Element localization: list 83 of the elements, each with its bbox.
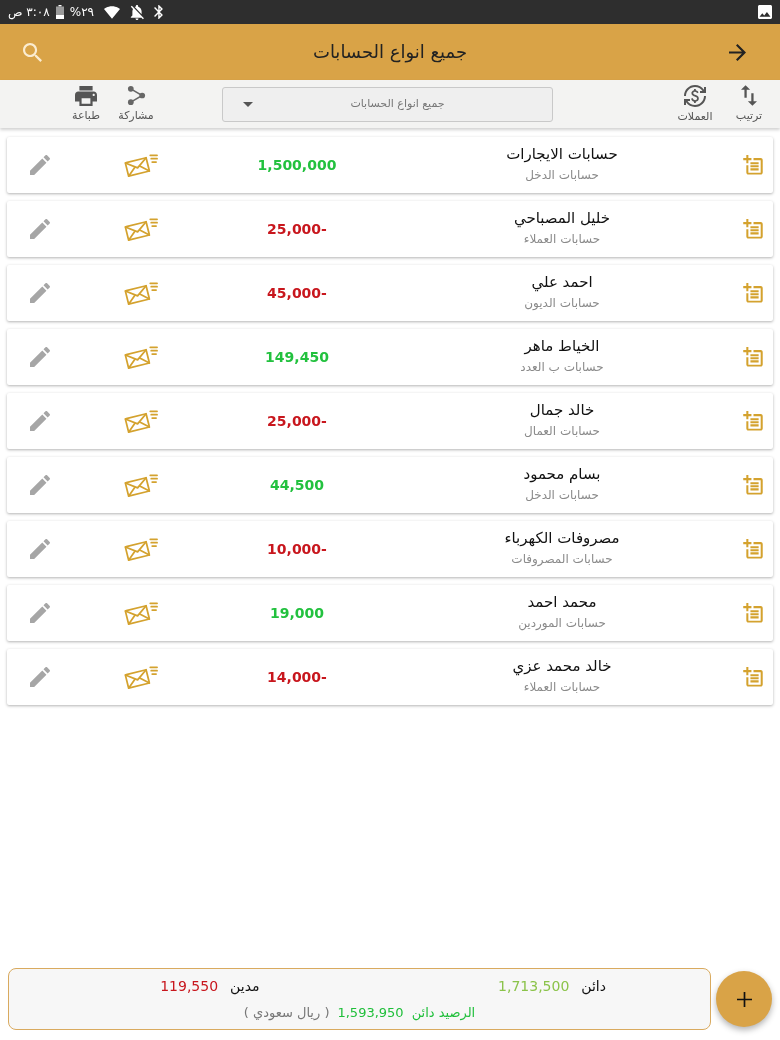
battery-icon: [55, 5, 64, 19]
edit-icon[interactable]: [30, 411, 50, 431]
currency-label: ( ريال سعودي ): [243, 1003, 330, 1023]
add-note-icon[interactable]: [742, 603, 764, 623]
account-name: بسام محمود: [523, 464, 601, 484]
account-type: حسابات العملاء: [523, 679, 601, 695]
edit-icon[interactable]: [30, 667, 50, 687]
envelope-icon[interactable]: [123, 536, 159, 562]
screen-title: جميع انواع الحسابات: [312, 40, 468, 65]
account-type: حسابات المصروفات: [511, 551, 613, 567]
account-balance: 10,000-: [267, 539, 327, 559]
envelope-icon[interactable]: [123, 408, 159, 434]
add-note-icon[interactable]: [742, 667, 764, 687]
edit-icon[interactable]: [30, 475, 50, 495]
account-name: خالد جمال: [529, 400, 595, 420]
wifi-icon: [104, 5, 120, 19]
add-note-icon[interactable]: [742, 155, 764, 175]
account-type: حسابات الدخل: [525, 167, 599, 183]
account-balance: 25,000-: [267, 411, 327, 431]
add-note-icon[interactable]: [742, 475, 764, 495]
debit-total: 119,550: [160, 976, 219, 996]
account-type: حسابات الموردين: [518, 615, 606, 631]
edit-icon[interactable]: [30, 283, 50, 303]
debit-label: مدين: [230, 976, 260, 997]
add-button[interactable]: [716, 971, 772, 1027]
battery-percent: ٢٩%: [69, 4, 94, 20]
account-name: حسابات الايجارات: [506, 144, 618, 164]
bluetooth-icon: [154, 5, 163, 19]
edit-icon[interactable]: [30, 539, 50, 559]
account-type: حسابات ب العدد: [520, 359, 604, 375]
envelope-icon[interactable]: [123, 664, 159, 690]
plus-icon: [736, 991, 752, 1007]
account-type: حسابات العمال: [524, 423, 600, 439]
currency-exchange-icon: [684, 84, 706, 107]
edit-icon[interactable]: [30, 155, 50, 175]
share-button[interactable]: مشاركة: [112, 85, 160, 123]
currencies-button[interactable]: العملات: [669, 84, 721, 124]
account-balance: 149,450: [265, 347, 329, 367]
envelope-icon[interactable]: [123, 216, 159, 242]
envelope-icon[interactable]: [123, 280, 159, 306]
account-balance: 14,000-: [267, 667, 327, 687]
envelope-icon[interactable]: [123, 600, 159, 626]
account-name: احمد علي: [531, 272, 593, 292]
share-icon: [126, 85, 146, 106]
account-name: الخياط ماهر: [524, 336, 600, 356]
account-type: حسابات العملاء: [523, 231, 601, 247]
muted-bell-icon: [130, 4, 144, 20]
search-icon[interactable]: [22, 42, 42, 62]
account-type: حسابات الديون: [524, 295, 600, 311]
printer-icon: [75, 85, 97, 106]
account-balance: 19,000: [270, 603, 324, 623]
balance-total: 1,593,950: [337, 1003, 404, 1022]
envelope-icon[interactable]: [123, 472, 159, 498]
account-type-dropdown[interactable]: جميع انواع الحسابات: [222, 86, 553, 122]
sort-button[interactable]: ترتيب: [729, 85, 769, 123]
edit-icon[interactable]: [30, 347, 50, 367]
credit-total: 1,713,500: [498, 976, 570, 996]
edit-icon[interactable]: [30, 603, 50, 623]
arrow-right-icon[interactable]: [728, 43, 746, 61]
print-button[interactable]: طباعة: [66, 85, 106, 123]
add-note-icon[interactable]: [742, 411, 764, 431]
add-note-icon[interactable]: [742, 539, 764, 559]
sort-icon: [741, 85, 757, 106]
account-balance: 45,000-: [267, 283, 327, 303]
add-note-icon[interactable]: [742, 347, 764, 367]
account-balance: 44,500: [270, 475, 324, 495]
envelope-icon[interactable]: [123, 152, 159, 178]
account-type: حسابات الدخل: [525, 487, 599, 503]
add-note-icon[interactable]: [742, 283, 764, 303]
account-name: محمد احمد: [527, 592, 597, 612]
edit-icon[interactable]: [30, 219, 50, 239]
envelope-icon[interactable]: [123, 344, 159, 370]
balance-label: الرصيد دائن: [411, 1003, 476, 1023]
account-name: خليل المصباحي: [513, 208, 611, 228]
caret-down-icon: [243, 101, 253, 107]
clock-time: ٣:٠٨ ص: [8, 4, 50, 20]
add-note-icon[interactable]: [742, 219, 764, 239]
image-icon: [758, 5, 772, 19]
account-balance: 1,500,000: [257, 155, 337, 175]
account-name: مصروفات الكهرباء: [504, 528, 620, 548]
credit-label: دائن: [581, 976, 606, 997]
account-name: خالد محمد عزي: [512, 656, 612, 676]
account-balance: 25,000-: [267, 219, 327, 239]
